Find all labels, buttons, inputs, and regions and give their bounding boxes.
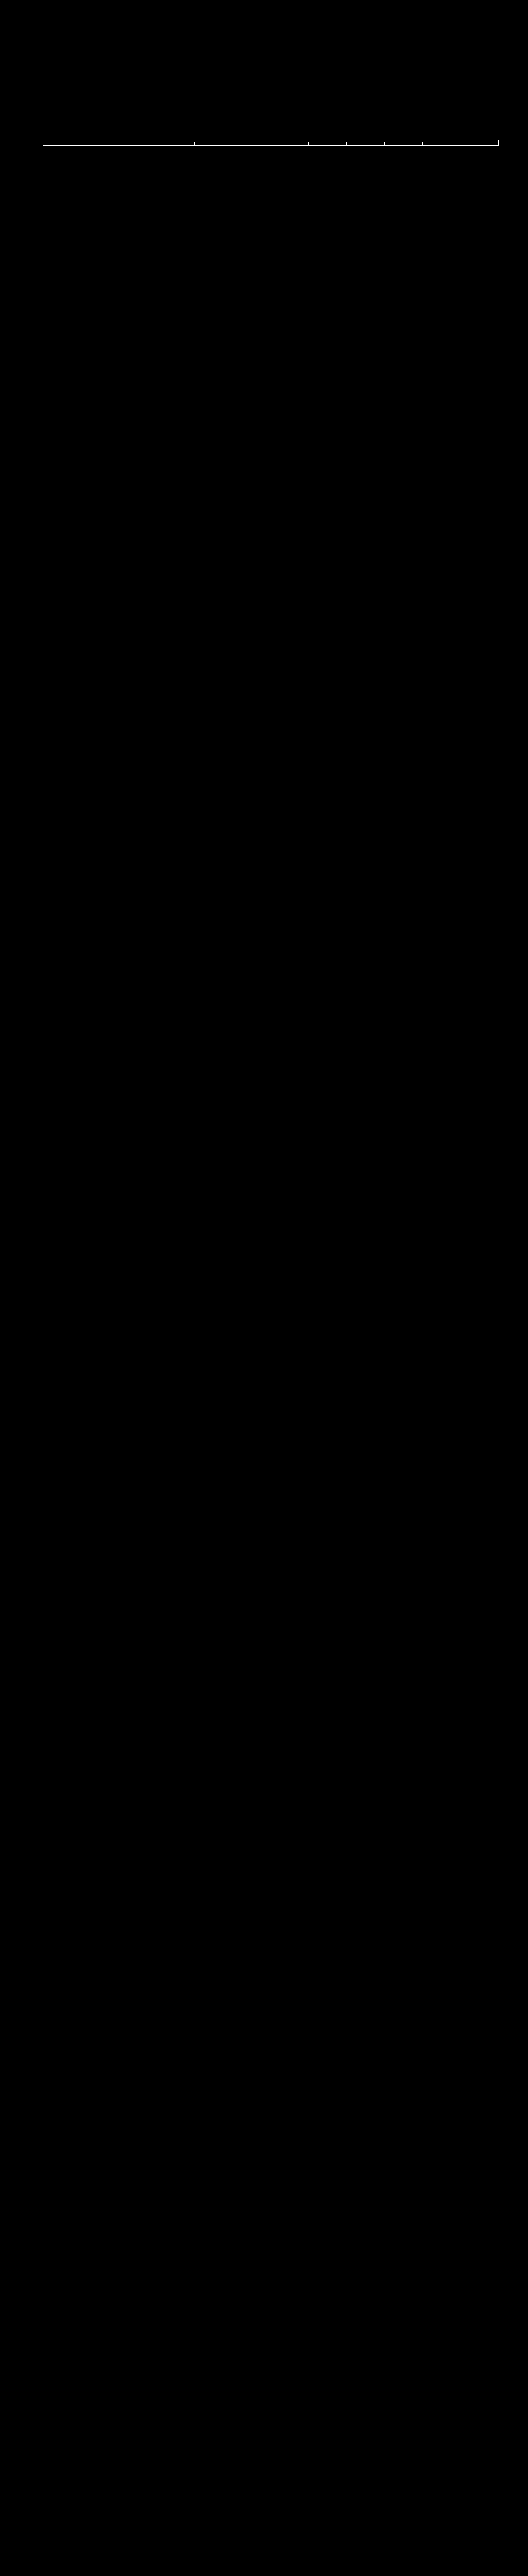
spectrogram-panel-stack <box>0 0 528 176</box>
x-axis-line <box>43 145 499 146</box>
spectrogram-canvas <box>43 12 498 131</box>
x-tick <box>422 142 423 145</box>
x-tick <box>194 142 195 145</box>
x-tick <box>498 140 499 145</box>
spectrogram-page <box>0 0 528 2576</box>
x-tick <box>308 142 309 145</box>
spectrogram-panel <box>0 0 528 176</box>
x-tick <box>346 142 347 145</box>
x-tick <box>384 142 385 145</box>
